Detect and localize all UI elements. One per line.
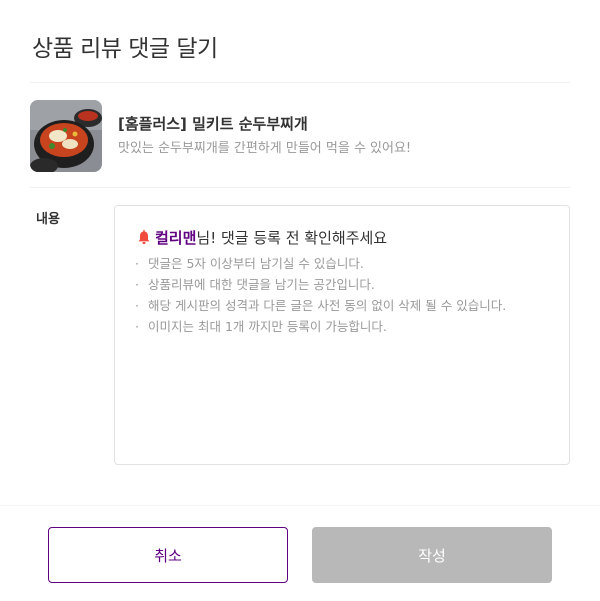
notice-item: 댓글은 5자 이상부터 남기실 수 있습니다. xyxy=(135,253,555,274)
notice-username: 컬리맨 xyxy=(155,229,197,247)
submit-button[interactable]: 작성 xyxy=(312,527,552,583)
modal-footer: 취소 작성 xyxy=(0,505,600,601)
modal-title: 상품 리뷰 댓글 달기 xyxy=(32,36,218,62)
food-thumbnail-icon xyxy=(30,100,102,172)
notice-list: 댓글은 5자 이상부터 남기실 수 있습니다. 상품리뷰에 대한 댓글을 남기는… xyxy=(135,253,555,337)
content-label: 내용 xyxy=(36,212,60,227)
product-thumbnail xyxy=(30,100,102,172)
bell-icon xyxy=(137,229,151,251)
review-comment-modal: 상품 리뷰 댓글 달기 [홈플러스] 밀키트 순두부찌개 맛있는 순두부찌개를 … xyxy=(0,0,600,601)
notice-title: 컬리맨님! 댓글 등록 전 확인해주세요 xyxy=(137,227,387,251)
product-description: 맛있는 순두부찌개를 간편하게 만들어 먹을 수 있어요! xyxy=(118,141,412,156)
comment-textarea[interactable]: 컬리맨님! 댓글 등록 전 확인해주세요 댓글은 5자 이상부터 남기실 수 있… xyxy=(114,205,570,465)
notice-item: 이미지는 최대 1개 까지만 등록이 가능합니다. xyxy=(135,316,555,337)
notice-title-text: 님! 댓글 등록 전 확인해주세요 xyxy=(196,229,388,247)
cancel-button[interactable]: 취소 xyxy=(48,527,288,583)
modal-header: 상품 리뷰 댓글 달기 xyxy=(30,0,570,83)
product-name: [홈플러스] 밀키트 순두부찌개 xyxy=(118,115,308,133)
notice-item: 상품리뷰에 대한 댓글을 남기는 공간입니다. xyxy=(135,274,555,295)
product-summary: [홈플러스] 밀키트 순두부찌개 맛있는 순두부찌개를 간편하게 만들어 먹을 … xyxy=(30,83,570,188)
notice-item: 해당 게시판의 성격과 다른 글은 사전 동의 없이 삭제 될 수 있습니다. xyxy=(135,295,555,316)
